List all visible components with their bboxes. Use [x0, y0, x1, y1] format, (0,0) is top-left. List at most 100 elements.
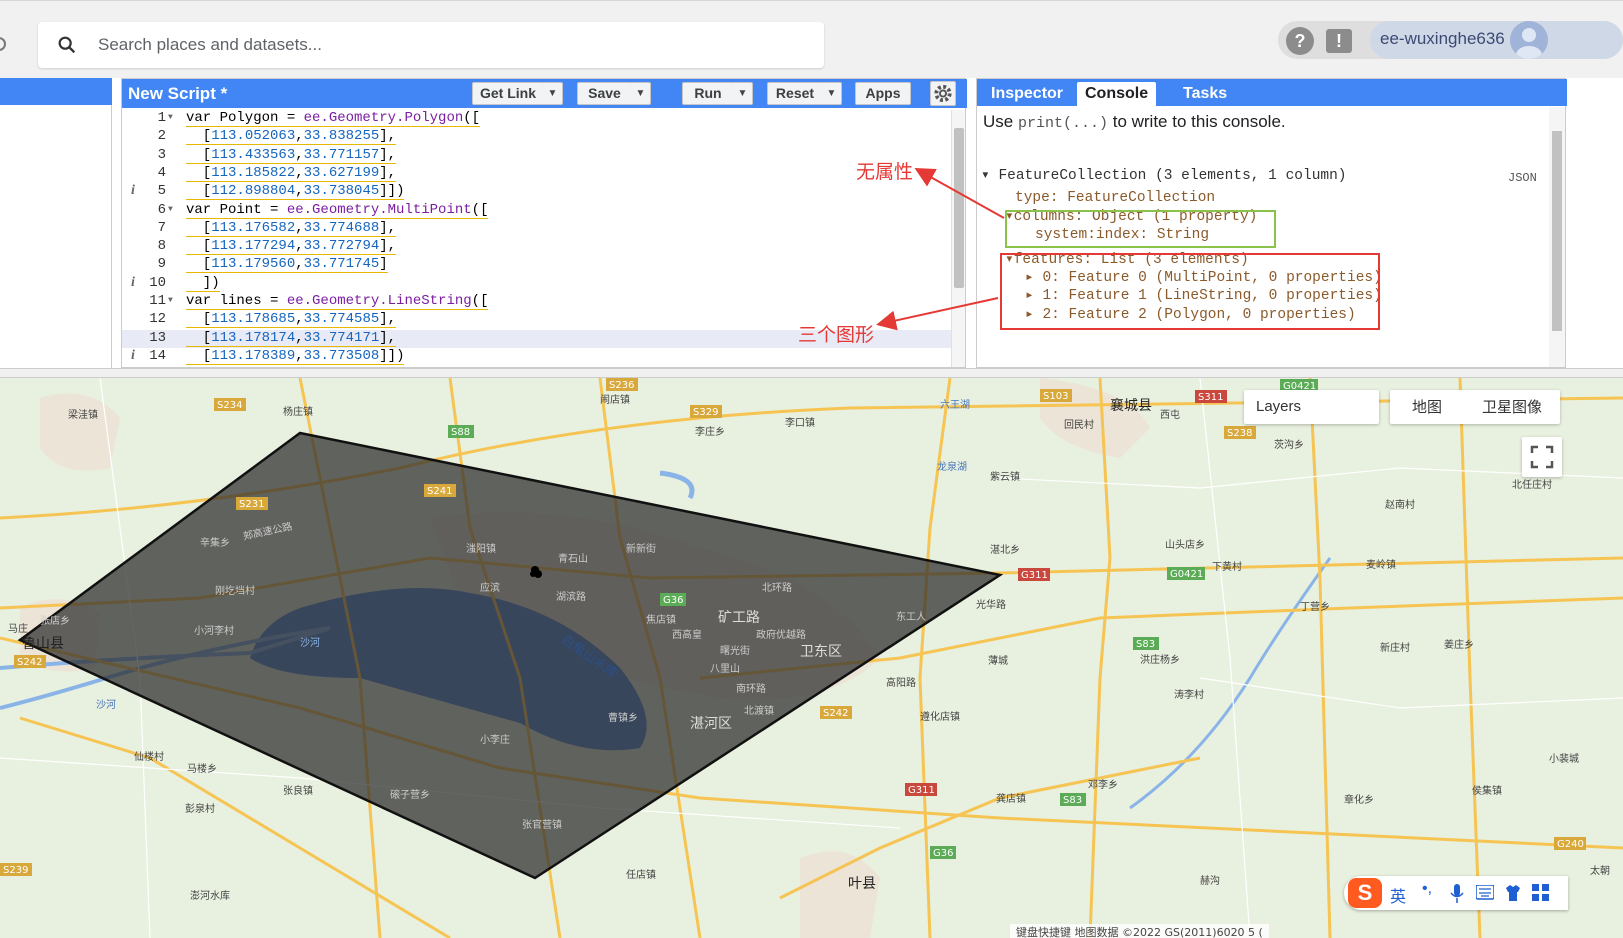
code-line[interactable]: 7 [113.176582,33.774688],	[122, 220, 952, 238]
code-line[interactable]: 3 [113.433563,33.771157],	[122, 147, 952, 165]
panel-tabs: Inspector Console Tasks	[977, 79, 1567, 106]
code-line[interactable]: 6 ▼ var Point = ee.Geometry.MultiPoint([	[122, 202, 952, 220]
code-text[interactable]: [113.052063,33.838255],	[186, 128, 397, 146]
microphone-icon[interactable]	[1450, 884, 1464, 904]
map-type-roadmap[interactable]: 地图	[1412, 390, 1442, 424]
console-scrollbar[interactable]	[1549, 107, 1565, 367]
code-line[interactable]: i 14 [113.178389,33.773508]])	[122, 348, 952, 366]
code-text[interactable]: [113.178174,33.774171],	[186, 330, 397, 347]
code-line[interactable]: 1 ▼ var Polygon = ee.Geometry.Polygon([	[122, 110, 952, 128]
layers-button[interactable]: Layers	[1244, 390, 1379, 424]
skin-icon[interactable]	[1504, 884, 1522, 902]
place-label: 鲁山县	[22, 636, 64, 652]
place-label: 赫沟	[1200, 874, 1220, 887]
code-text[interactable]: [113.433563,33.771157],	[186, 147, 397, 164]
road-label: S231	[239, 499, 264, 510]
place-label: 薄城	[988, 654, 1008, 667]
code-text[interactable]: [113.179560,33.771745]	[186, 256, 388, 274]
place-label: 叶县	[848, 876, 876, 892]
code-line[interactable]: i5 [112.898804,33.738045]])	[122, 183, 952, 201]
tab-inspector[interactable]: Inspector	[983, 82, 1071, 106]
keyboard-icon[interactable]	[1476, 885, 1494, 901]
road-label: S241	[427, 486, 452, 497]
place-label: 曹镇乡	[608, 711, 638, 724]
place-label: 沙河	[300, 637, 320, 649]
place-label: 洪庄杨乡	[1140, 653, 1180, 666]
place-label: 茨沟乡	[1274, 438, 1304, 451]
line-number: 13	[149, 329, 166, 346]
panel-resize-handle[interactable]	[0, 368, 1623, 378]
road-label: S239	[3, 865, 28, 876]
reset-dropdown-icon[interactable]: ▼	[822, 82, 842, 105]
help-icon[interactable]: ?	[1286, 27, 1314, 55]
user-account-button[interactable]: ee-wuxinghe636	[1370, 21, 1623, 59]
place-label: 李口镇	[785, 416, 815, 429]
toolbox-icon[interactable]	[1532, 884, 1550, 902]
code-line[interactable]: i 10 ])	[122, 275, 952, 293]
output-root[interactable]: ▾ FeatureCollection (3 elements, 1 colum…	[981, 167, 1347, 184]
tab-console[interactable]: Console	[1077, 82, 1157, 106]
road-label: G311	[1021, 570, 1048, 581]
code-text[interactable]: [113.185822,33.627199],	[186, 165, 397, 182]
run-dropdown-icon[interactable]: ▼	[733, 82, 753, 105]
ime-language-toggle[interactable]: 英	[1390, 883, 1406, 907]
map-attribution: 键盘快捷键 地图数据 ©2022 GS(2011)6020 5 (	[1010, 924, 1269, 938]
code-text[interactable]: var lines = ee.Geometry.LineString([	[186, 293, 489, 310]
place-label: 梁洼镇	[68, 408, 98, 421]
code-text[interactable]: [113.177294,33.772794],	[186, 238, 397, 256]
fold-toggle-icon[interactable]: ▼	[168, 205, 173, 214]
place-label: 遵化店镇	[920, 710, 960, 723]
editor-scrollbar[interactable]	[951, 110, 965, 367]
app-menu-icon[interactable]	[0, 37, 6, 51]
apps-button[interactable]: Apps	[855, 82, 911, 105]
place-label: 太朝	[1590, 864, 1610, 877]
gear-icon[interactable]	[930, 81, 956, 106]
code-line[interactable]: 8 [113.177294,33.772794],	[122, 238, 952, 256]
road-label: S242	[17, 657, 42, 668]
save-button[interactable]: Save	[577, 82, 632, 105]
fold-toggle-icon[interactable]: ▼	[168, 296, 173, 305]
place-label: 小裴城	[1549, 752, 1579, 765]
code-text[interactable]: var Point = ee.Geometry.MultiPoint([	[186, 202, 489, 219]
road-label: S238	[1227, 428, 1252, 439]
avatar-icon[interactable]	[1510, 21, 1548, 59]
feedback-icon[interactable]: !	[1326, 29, 1352, 53]
map-type-satellite[interactable]: 卫星图像	[1482, 390, 1542, 424]
road-label: S329	[693, 407, 718, 418]
tab-tasks[interactable]: Tasks	[1175, 82, 1235, 106]
place-label: 西屯	[1160, 408, 1180, 421]
get-link-dropdown-icon[interactable]: ▼	[543, 82, 563, 105]
place-label: 政府优越路	[756, 628, 806, 641]
code-line[interactable]: 2 [113.052063,33.838255],	[122, 128, 952, 146]
save-dropdown-icon[interactable]: ▼	[631, 82, 651, 105]
code-text[interactable]: ])	[186, 275, 220, 292]
hint-suffix: to write to this console.	[1112, 112, 1286, 131]
search-box[interactable]	[38, 22, 824, 68]
base-map[interactable]: S234 S88 S231 S241 S236 S329 S103 S238 S…	[0, 378, 1623, 938]
code-line[interactable]: 11 ▼ var lines = ee.Geometry.LineString([	[122, 293, 952, 311]
search-icon[interactable]	[56, 34, 78, 56]
road-label: G311	[908, 785, 935, 796]
json-toggle[interactable]: JSON	[1508, 171, 1537, 185]
line-number: 11	[149, 293, 166, 309]
code-text[interactable]: [113.176582,33.774688],	[186, 220, 397, 237]
line-number: 3	[157, 146, 166, 163]
scripts-panel	[0, 78, 112, 368]
fullscreen-icon[interactable]	[1522, 437, 1562, 477]
code-line[interactable]: 9 [113.179560,33.771745]	[122, 256, 952, 274]
code-line[interactable]: 4 [113.185822,33.627199],	[122, 165, 952, 183]
code-text[interactable]: var Polygon = ee.Geometry.Polygon([	[186, 110, 481, 127]
reset-button[interactable]: Reset	[767, 82, 823, 105]
fold-toggle-icon[interactable]: ▼	[168, 113, 173, 122]
map-view[interactable]: S234 S88 S231 S241 S236 S329 S103 S238 S…	[0, 378, 1623, 938]
code-text[interactable]: [112.898804,33.738045]])	[186, 183, 405, 201]
run-button[interactable]: Run	[682, 82, 734, 105]
code-text[interactable]: [113.178685,33.774585],	[186, 311, 397, 329]
get-link-button[interactable]: Get Link	[472, 82, 544, 105]
linestring-geometry[interactable]	[530, 571, 536, 577]
sogou-logo-icon[interactable]: S	[1348, 878, 1382, 908]
search-input[interactable]	[98, 32, 798, 58]
place-label: 马楼乡	[187, 762, 217, 775]
punctuation-icon[interactable]: •,	[1422, 880, 1432, 898]
code-text[interactable]: [113.178389,33.773508]])	[186, 348, 405, 365]
